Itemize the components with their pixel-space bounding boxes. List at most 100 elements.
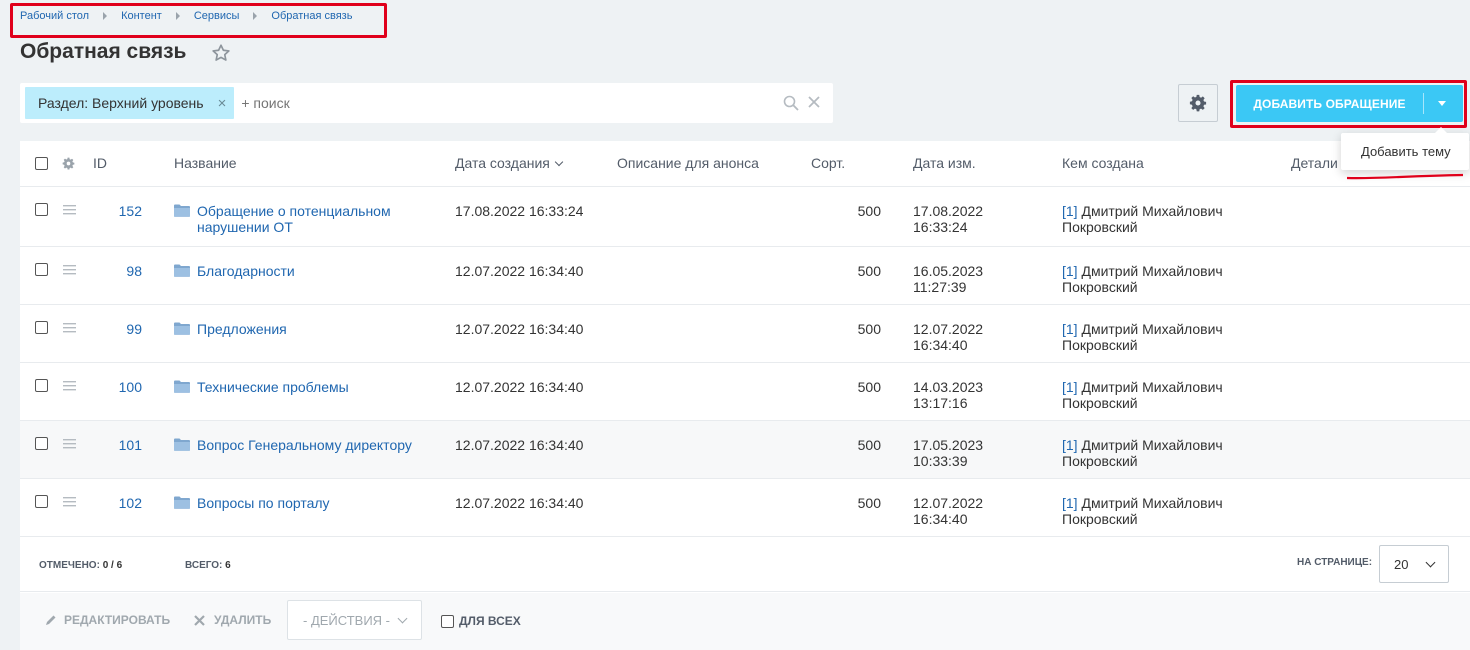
row-created-date: 12.07.2022 16:34:40	[455, 379, 584, 395]
sort-desc-icon	[554, 157, 564, 167]
drag-handle-icon[interactable]	[63, 265, 76, 275]
chip-remove-icon[interactable]: ×	[218, 95, 227, 112]
drag-handle-icon[interactable]	[63, 323, 76, 333]
row-sort: 500	[857, 203, 881, 219]
breadcrumb-separator-icon	[175, 12, 180, 20]
column-header-name[interactable]: Название	[174, 155, 237, 171]
table-row[interactable]: 98 Благодарности 12.07.2022 16:34:40 500 16.…	[20, 247, 1470, 305]
row-name-link[interactable]: Технические проблемы	[197, 379, 437, 395]
cross-icon	[194, 614, 205, 626]
search-input[interactable]	[241, 95, 833, 111]
row-id[interactable]: 98	[92, 263, 142, 279]
row-id[interactable]: 101	[92, 437, 142, 453]
row-modified-date: 12.07.2022	[913, 495, 984, 511]
row-name-link[interactable]: Вопросы по порталу	[197, 495, 437, 511]
table-row[interactable]: 102 Вопросы по порталу 12.07.2022 16:34:40…	[20, 479, 1470, 537]
folder-icon	[174, 264, 190, 277]
drag-handle-icon[interactable]	[63, 497, 76, 507]
column-header-details[interactable]: Детали	[1291, 155, 1338, 171]
filter-chip[interactable]: Раздел: Верхний уровень ×	[25, 87, 235, 119]
total-value: 6	[225, 560, 231, 571]
breadcrumb-feedback[interactable]: Обратная связь	[271, 10, 352, 22]
grid-header: ID Название Дата создания Описание для а…	[20, 141, 1470, 187]
row-id[interactable]: 100	[92, 379, 142, 395]
row-checkbox[interactable]	[35, 379, 48, 392]
selected-count: ОТМЕЧЕНО: 0 / 6	[39, 560, 122, 571]
actions-select[interactable]: - ДЕЙСТВИЯ -	[287, 600, 422, 640]
select-all-checkbox[interactable]	[35, 157, 48, 170]
for-all-toggle[interactable]: ДЛЯ ВСЕХ	[441, 614, 521, 628]
row-sort: 500	[857, 495, 881, 511]
row-author-name: Дмитрий Михайлович Покровский	[1062, 437, 1223, 469]
row-id[interactable]: 99	[92, 321, 142, 337]
table-row[interactable]: 99 Предложения 12.07.2022 16:34:40 500 12.07…	[20, 305, 1470, 363]
delete-button[interactable]: УДАЛИТЬ	[194, 613, 271, 627]
pencil-icon	[46, 615, 56, 625]
column-header-announce[interactable]: Описание для анонса	[617, 155, 759, 171]
row-name-link[interactable]: Благодарности	[197, 263, 437, 279]
row-name-link[interactable]: Обращение о потенциальном нарушении ОТ	[197, 203, 437, 235]
total-label: ВСЕГО:	[185, 560, 223, 571]
column-header-modified[interactable]: Дата изм.	[913, 155, 976, 171]
row-checkbox[interactable]	[35, 203, 48, 216]
folder-icon	[174, 438, 190, 451]
column-header-id[interactable]: ID	[93, 155, 107, 171]
add-topic-menu-item[interactable]: Добавить тему	[1361, 144, 1451, 159]
row-checkbox[interactable]	[35, 321, 48, 334]
table-row[interactable]: 101 Вопрос Генеральному директору 12.07.20…	[20, 421, 1470, 479]
row-author-id[interactable]: [1]	[1062, 379, 1078, 395]
row-author-id[interactable]: [1]	[1062, 321, 1078, 337]
row-author-id[interactable]: [1]	[1062, 263, 1078, 279]
chevron-down-icon	[397, 613, 408, 624]
page-title: Обратная связь	[20, 40, 187, 63]
column-header-author[interactable]: Кем создана	[1062, 155, 1144, 171]
row-checkbox[interactable]	[35, 437, 48, 450]
per-page-label: НА СТРАНИЦЕ:	[1297, 557, 1373, 568]
row-author-id[interactable]: [1]	[1062, 495, 1078, 511]
column-settings-gear-icon[interactable]	[62, 157, 75, 170]
menu-underline-annotation	[1346, 173, 1464, 180]
row-created-date: 12.07.2022 16:34:40	[455, 437, 584, 453]
button-divider	[1423, 93, 1424, 114]
folder-icon	[174, 380, 190, 393]
dropdown-caret-icon[interactable]	[1438, 101, 1446, 106]
breadcrumb-content[interactable]: Контент	[121, 10, 162, 22]
row-id[interactable]: 102	[92, 495, 142, 511]
table-row[interactable]: 100 Технические проблемы 12.07.2022 16:34:…	[20, 363, 1470, 421]
row-modified: 12.07.2022 16:34:40	[913, 321, 1003, 353]
per-page-value: 20	[1394, 557, 1409, 572]
drag-handle-icon[interactable]	[63, 381, 76, 391]
folder-icon	[174, 204, 190, 217]
edit-button[interactable]: РЕДАКТИРОВАТЬ	[45, 613, 170, 627]
settings-button[interactable]	[1178, 84, 1218, 122]
breadcrumb: Рабочий стол Контент Сервисы Обратная св…	[20, 10, 352, 22]
per-page-select[interactable]: 20	[1379, 545, 1449, 583]
breadcrumb-services[interactable]: Сервисы	[194, 10, 240, 22]
table-row[interactable]: 152 Обращение о потенциальном нарушении О…	[20, 187, 1470, 247]
row-name-link[interactable]: Вопрос Генеральному директору	[197, 437, 437, 453]
drag-handle-icon[interactable]	[63, 439, 76, 449]
breadcrumb-separator-icon	[253, 12, 258, 20]
row-checkbox[interactable]	[35, 495, 48, 508]
row-sort: 500	[857, 437, 881, 453]
add-request-button[interactable]: ДОБАВИТЬ ОБРАЩЕНИЕ	[1236, 85, 1463, 122]
filter-chip-label: Раздел: Верхний уровень	[38, 95, 204, 111]
row-modified-time: 11:27:39	[913, 279, 967, 295]
star-icon[interactable]	[210, 42, 232, 64]
row-author-name: Дмитрий Михайлович Покровский	[1062, 321, 1223, 353]
breadcrumb-desktop[interactable]: Рабочий стол	[20, 10, 89, 22]
clear-icon[interactable]	[807, 95, 821, 109]
row-author-id[interactable]: [1]	[1062, 203, 1078, 219]
row-checkbox[interactable]	[35, 263, 48, 276]
row-name-link[interactable]: Предложения	[197, 321, 437, 337]
row-id[interactable]: 152	[92, 203, 142, 219]
row-modified-date: 17.08.2022	[913, 203, 984, 219]
for-all-checkbox[interactable]	[441, 614, 454, 628]
for-all-label: ДЛЯ ВСЕХ	[459, 614, 521, 628]
action-bar: РЕДАКТИРОВАТЬ УДАЛИТЬ - ДЕЙСТВИЯ - ДЛЯ В…	[20, 593, 1470, 650]
row-author-id[interactable]: [1]	[1062, 437, 1078, 453]
column-header-sort[interactable]: Сорт.	[811, 155, 845, 171]
column-header-created[interactable]: Дата создания	[455, 155, 564, 171]
drag-handle-icon[interactable]	[63, 205, 76, 215]
search-icon[interactable]	[783, 95, 799, 111]
